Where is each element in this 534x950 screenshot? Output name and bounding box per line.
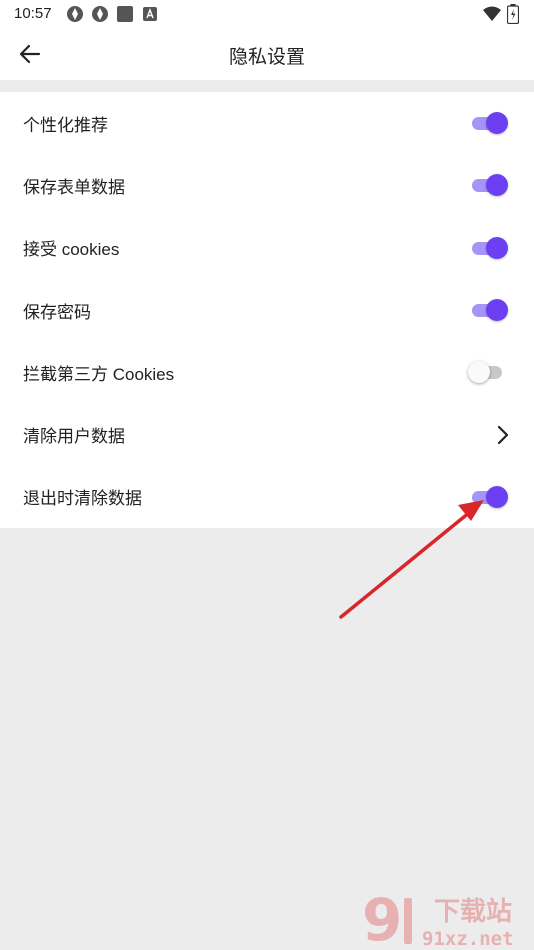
- toggle-thumb: [486, 174, 508, 197]
- wifi-icon: [483, 6, 501, 21]
- a-notification-icon: [143, 7, 157, 21]
- setting-block-third-party-cookies[interactable]: 拦截第三方 Cookies: [0, 341, 534, 403]
- save-form-data-toggle[interactable]: [470, 172, 508, 198]
- battery-icon: [507, 4, 519, 24]
- page-title: 隐私设置: [228, 47, 305, 68]
- watermark-logo-glyph: 9: [362, 886, 402, 950]
- toggle-thumb: [486, 236, 508, 259]
- accept-cookies-toggle[interactable]: [470, 235, 508, 261]
- setting-label: 拦截第三方 Cookies: [23, 364, 175, 384]
- app-bar: 隐私设置: [0, 28, 534, 80]
- settings-list: 个性化推荐 保存表单数据 接受 cookies 保存密码 拦截第三方 Cooki…: [0, 92, 534, 529]
- save-password-toggle[interactable]: [470, 297, 508, 323]
- setting-save-form-data[interactable]: 保存表单数据: [0, 154, 534, 216]
- square-notification-icon: [117, 6, 133, 22]
- watermark-domain: 91xz.net: [422, 928, 514, 950]
- sync-icon: [67, 6, 83, 22]
- chevron-right-icon: [497, 425, 509, 444]
- setting-save-password[interactable]: 保存密码: [0, 279, 534, 341]
- toggle-thumb: [468, 361, 490, 384]
- setting-label: 个性化推荐: [23, 115, 108, 135]
- watermark-title: 下载站: [434, 897, 512, 927]
- setting-label: 接受 cookies: [23, 240, 120, 260]
- toggle-thumb: [486, 299, 508, 322]
- setting-label: 保存表单数据: [23, 177, 125, 197]
- header-divider: [0, 80, 534, 92]
- setting-label: 清除用户数据: [23, 427, 125, 447]
- personalized-recommendation-toggle[interactable]: [470, 110, 508, 136]
- setting-clear-user-data[interactable]: 清除用户数据: [0, 403, 534, 465]
- block-third-party-cookies-toggle[interactable]: [468, 359, 508, 385]
- toggle-thumb: [486, 112, 508, 135]
- toggle-thumb: [486, 485, 508, 508]
- sync-icon: [92, 6, 108, 22]
- clear-data-on-exit-toggle[interactable]: [470, 484, 508, 510]
- setting-label: 保存密码: [23, 302, 91, 322]
- setting-personalized-recommendation[interactable]: 个性化推荐: [0, 92, 534, 154]
- watermark-logo: 9 下载站 91xz.net: [362, 886, 514, 950]
- setting-accept-cookies[interactable]: 接受 cookies: [0, 217, 534, 279]
- status-time: 10:57: [14, 5, 52, 22]
- status-bar: 10:57: [0, 0, 534, 28]
- setting-label: 退出时清除数据: [23, 489, 142, 509]
- setting-clear-data-on-exit[interactable]: 退出时清除数据: [0, 466, 534, 528]
